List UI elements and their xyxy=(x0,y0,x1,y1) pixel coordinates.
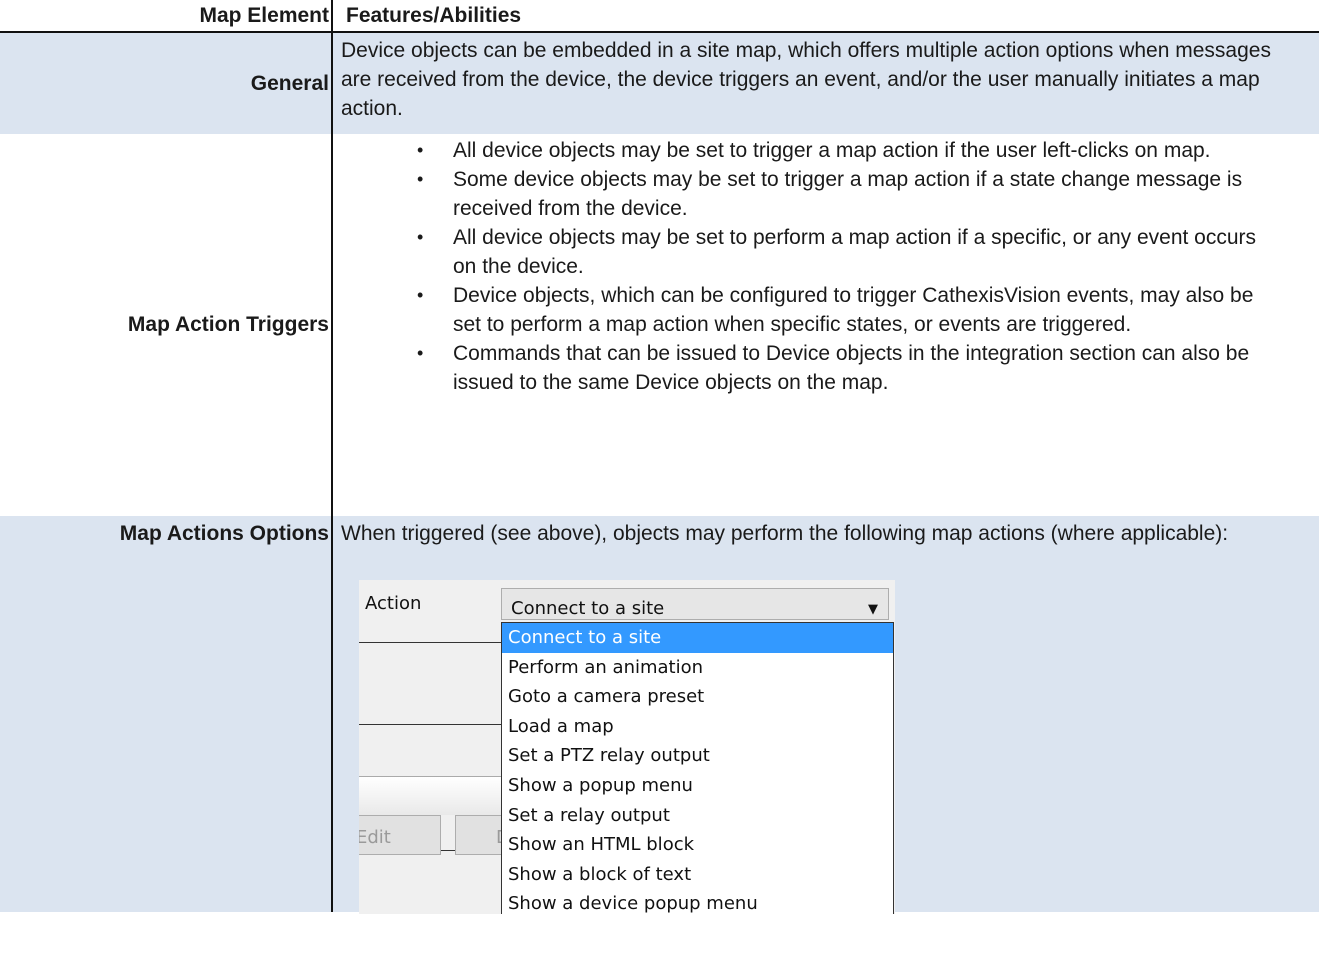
list-item: • All device objects may be set to trigge… xyxy=(341,136,1319,165)
bullet-icon: • xyxy=(417,169,424,189)
features-table: Map Element Features/Abilities General D… xyxy=(0,0,1319,914)
table-row-triggers: Map Action Triggers • All device objects … xyxy=(0,134,1319,516)
list-item: • All device objects may be set to perfor… xyxy=(341,223,1319,281)
table-row-options: Map Actions Options When triggered (see … xyxy=(0,516,1319,914)
bullet-icon: • xyxy=(417,285,424,305)
action-combo-box[interactable]: Connect to a site ▼ xyxy=(501,588,889,620)
list-item: • Some device objects may be set to trigg… xyxy=(341,165,1319,223)
map-action-screenshot: Action Connect to a site ▼ Edit D Connec… xyxy=(359,580,895,914)
divider xyxy=(359,724,501,725)
edit-button-label: Edit xyxy=(359,827,391,848)
table-header-row: Map Element Features/Abilities xyxy=(0,0,1319,33)
triggers-content: • All device objects may be set to trigge… xyxy=(333,134,1319,516)
list-item-text: All device objects may be set to perform… xyxy=(453,226,1257,278)
general-label: General xyxy=(0,33,333,134)
dropdown-item[interactable]: Connect to a site xyxy=(502,623,893,653)
list-item-text: Device objects, which can be configured … xyxy=(453,284,1254,336)
options-content: When triggered (see above), objects may … xyxy=(333,516,1319,914)
list-item: • Device objects, which can be configured… xyxy=(341,281,1319,339)
dropdown-item[interactable]: Show a block of text xyxy=(502,860,893,890)
table-row-general: General Device objects can be embedded i… xyxy=(0,33,1319,134)
list-item-text: All device objects may be set to trigger… xyxy=(453,139,1211,162)
action-label: Action xyxy=(365,593,422,614)
options-label: Map Actions Options xyxy=(0,516,333,912)
dropdown-item[interactable]: Show a popup menu xyxy=(502,771,893,801)
bullet-icon: • xyxy=(417,343,424,363)
header-map-element: Map Element xyxy=(0,0,333,31)
chevron-down-icon[interactable]: ▼ xyxy=(868,595,878,624)
action-combo-value: Connect to a site xyxy=(511,598,665,619)
dropdown-item[interactable]: Load a map xyxy=(502,712,893,742)
dropdown-item[interactable]: Goto a camera preset xyxy=(502,682,893,712)
bullet-icon: • xyxy=(417,140,424,160)
triggers-list: • All device objects may be set to trigge… xyxy=(341,134,1319,397)
general-text: Device objects can be embedded in a site… xyxy=(341,39,1271,120)
action-dropdown-list[interactable]: Connect to a site Perform an animation G… xyxy=(501,622,894,914)
dropdown-item[interactable]: Show a device popup menu xyxy=(502,889,893,914)
list-item-text: Some device objects may be set to trigge… xyxy=(453,168,1243,220)
edit-button[interactable]: Edit xyxy=(359,815,441,855)
dropdown-item[interactable]: Set a relay output xyxy=(502,801,893,831)
text-field[interactable] xyxy=(359,776,501,815)
bullet-icon: • xyxy=(417,227,424,247)
list-item-text: Commands that can be issued to Device ob… xyxy=(453,342,1250,394)
divider xyxy=(359,642,501,643)
dropdown-item[interactable]: Show an HTML block xyxy=(502,830,893,860)
dropdown-item[interactable]: Set a PTZ relay output xyxy=(502,741,893,771)
triggers-label: Map Action Triggers xyxy=(0,134,333,516)
header-features: Features/Abilities xyxy=(346,4,522,27)
options-intro: When triggered (see above), objects may … xyxy=(341,522,1229,545)
list-item: • Commands that can be issued to Device o… xyxy=(341,339,1319,397)
dropdown-item[interactable]: Perform an animation xyxy=(502,653,893,683)
